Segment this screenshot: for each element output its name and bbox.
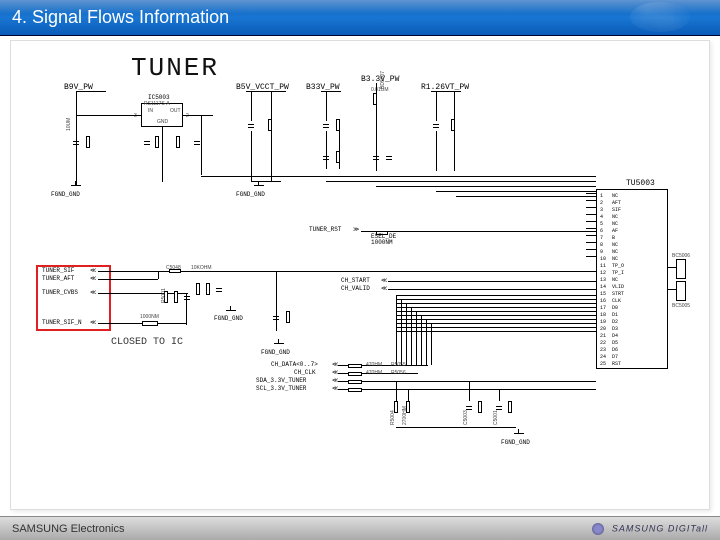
gnd-5 [514,429,524,437]
cap-f1 [184,291,190,305]
ic-in: IN [148,108,153,114]
bd5007-label: BD5007 [380,71,386,89]
res-r5001 [86,136,90,148]
header-title: 4. Signal Flows Information [12,7,229,28]
sig-tuner-cvbs: TUNER_CVBS [42,289,78,296]
gnd-1 [71,181,81,189]
sig-sda: SDA_3.3V_TUNER [256,377,306,384]
sig-ch-clk: CH_CLK [294,369,316,376]
res-i2c1 [478,401,482,413]
gnd-2-label: FGND_GND [236,191,265,198]
cap-b33v-b [323,151,329,165]
res-b5v-1 [268,119,272,131]
r5001-lbl: R5001 [161,288,167,303]
gnd-5-label: FGND_GND [501,439,530,446]
cap-g1 [273,311,279,325]
sig-tuner-aft: TUNER_AFT [42,275,74,282]
footer-right-text: SAMSUNG DIGITall [612,523,708,533]
res-b33v-b [336,151,340,163]
cap-f2 [216,283,222,297]
sig-ch-valid: CH_VALID [341,285,370,292]
gnd-4-label: FGND_GND [261,349,290,356]
res-f2 [174,291,178,303]
cap-bd-b [373,151,379,165]
schematic-title: TUNER [131,53,219,83]
closed-to-ic-label: CLOSED TO IC [111,337,183,348]
gnd-4 [274,339,284,347]
res-bus1 [348,364,362,368]
arrow-aft: ≪ [90,275,96,282]
bc5006 [676,259,686,279]
ic5003-part: RS1117S-A [144,101,170,107]
tuner-ref: TU5003 [626,179,655,188]
res-esel-val: 1000NM [371,239,393,246]
cap-c2 [144,136,150,150]
res-sifn-val: 1000NM [140,314,159,320]
cap-bd-c [386,151,392,165]
cap-c1-val: 10UM [66,118,72,131]
bus-r47-1: 470HM [366,362,382,368]
bc5048-ref: C5048 [166,265,181,271]
footer-right: SAMSUNG DIGITall [592,523,708,535]
r5056-lbl: R5056 [391,370,406,376]
cap-c1 [73,136,79,150]
sig-ch-start: CH_START [341,277,370,284]
res-bus2 [348,372,362,376]
sig-tuner-sif: TUNER_SIF [42,267,74,274]
res-bus3 [348,380,362,384]
slide-header: 4. Signal Flows Information [0,0,720,36]
ic-gnd: GND [157,119,168,125]
gnd-3 [226,306,236,314]
gnd-1-label: FGND_GND [51,191,80,198]
tuner-pin-names: NCAFTSIFNCNCAFBNCNCNCTP_OTP_INCVLIDSTRTC… [612,193,624,368]
ic5003-ref: IC5003 [148,94,170,101]
tuner-ic [596,189,668,369]
r270-lbl: 2700HM [402,406,408,425]
bc5048-val: 10KOHM [191,265,212,271]
bc5005 [676,281,686,301]
r5004-lbl: R5004 [390,410,396,425]
res-r3 [176,136,180,148]
bus-r47-2: 470HM [366,370,382,376]
ic-pin2: 2 [186,113,189,119]
footer-brand: SAMSUNG Electronics [12,523,124,535]
res-bd5007 [373,93,377,105]
ic-pin3: 3 [134,113,137,119]
res-sifn [142,321,158,326]
res-i2c2 [508,401,512,413]
sig-ch-data: CH_DATA<0..7> [271,361,318,368]
tuner-pin-nums: 1234567891011121314151617181920212223242… [600,193,606,368]
gnd-2 [254,181,264,189]
c5003-lbl: C5003 [463,410,469,425]
globe-icon [592,523,604,535]
arrow-rst: ≫ [353,226,359,233]
arrow-sifn: ≪ [90,319,96,326]
res-b33v [336,119,340,131]
sig-tuner-sif-n: TUNER_SIF_N [42,319,82,326]
res-f3 [196,283,200,295]
ic-out: OUT [170,108,181,114]
res-r5002 [155,136,159,148]
bc5005-lbl: BC5005 [672,303,690,309]
arrow-cvbs: ≪ [90,289,96,296]
cap-c3 [194,136,200,150]
res-bus4 [348,388,362,392]
r5055-lbl: R5055 [391,362,406,368]
arrow-chvalid: ≪ [381,285,387,292]
sig-scl: SCL_3.3V_TUNER [256,385,306,392]
res-f4 [206,283,210,295]
bc5006-lbl: BC5006 [672,253,690,259]
res-g1 [286,311,290,323]
arrow-chstart: ≪ [381,277,387,284]
gnd-3-label: FGND_GND [214,315,243,322]
slide-body: TUNER B9V_PW B5V_VCCT_PW B33V_PW B3.3V_P… [10,40,710,510]
arrow-sif: ≪ [90,267,96,274]
slide-footer: SAMSUNG Electronics SAMSUNG DIGITall [0,516,720,540]
c5001-lbl: C5001 [493,410,499,425]
schematic-area: B9V_PW B5V_VCCT_PW B33V_PW B3.3V_PW R1.2… [36,81,689,499]
sig-tuner-rst: TUNER_RST [309,226,341,233]
res-r126-1 [451,119,455,131]
